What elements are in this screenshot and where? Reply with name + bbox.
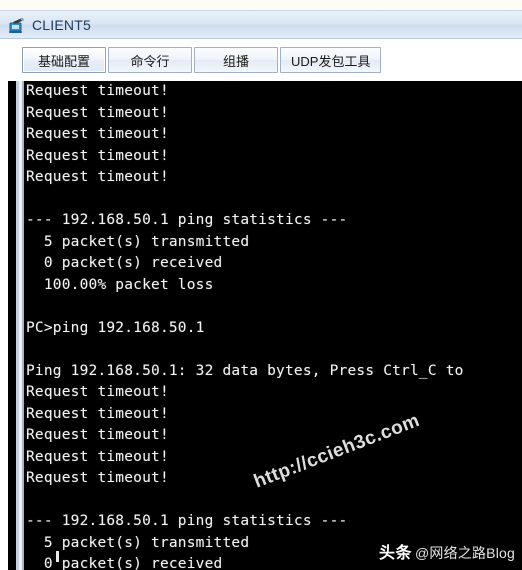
- tab-basic-config-label: 基础配置: [37, 53, 90, 69]
- console-line: Request timeout!: [26, 126, 169, 142]
- tab-bar: 基础配置 命令行 组播 UDP发包工具: [0, 39, 522, 81]
- console-line: Request timeout!: [26, 169, 169, 185]
- console-line: PC>ping 192.168.50.1: [26, 319, 205, 336]
- console-line: --- 192.168.50.1 ping statistics ---: [26, 513, 348, 529]
- client-pc-icon: [8, 16, 26, 34]
- console-line: Request timeout!: [26, 427, 169, 443]
- window-titlebar: CLIENT5: [0, 11, 522, 39]
- console-line: 5 packet(s) transmitted: [26, 233, 250, 250]
- console-line: Request timeout!: [26, 384, 169, 400]
- client5-window: CLIENT5 基础配置 命令行 组播 UDP发包工具 Request time…: [0, 0, 522, 570]
- console-line: 100.00% packet loss: [26, 276, 214, 293]
- window-top-strip: [0, 0, 522, 11]
- tab-multicast-label: 组播: [222, 53, 249, 69]
- watermark-brand: 头条 @网络之路Blog: [379, 539, 515, 563]
- watermark-brand-rest: @网络之路Blog: [414, 545, 515, 561]
- tab-command-line[interactable]: 命令行: [108, 47, 192, 73]
- tab-basic-config[interactable]: 基础配置: [22, 47, 106, 73]
- tab-udp-packet-tool[interactable]: UDP发包工具: [280, 47, 382, 73]
- console-line: Request timeout!: [26, 147, 169, 164]
- tab-udp-packet-tool-label: UDP发包工具: [291, 53, 371, 69]
- console-line: Request timeout!: [26, 405, 169, 422]
- watermark-brand-strong: 头条: [378, 545, 412, 562]
- console-cursor: [56, 551, 59, 562]
- tab-command-line-label: 命令行: [130, 53, 170, 69]
- console-line: Request timeout!: [26, 83, 169, 99]
- console-line: Ping 192.168.50.1: 32 data bytes, Press …: [26, 362, 464, 379]
- console-line: Request timeout!: [26, 104, 169, 121]
- window-title: CLIENT5: [32, 16, 91, 33]
- tab-multicast[interactable]: 组播: [194, 47, 278, 73]
- console-output[interactable]: Request timeout! Request timeout! Request …: [0, 81, 522, 570]
- console-text-area[interactable]: Request timeout! Request timeout! Request …: [24, 81, 522, 570]
- console-line: 0 packet(s) received: [26, 255, 223, 271]
- console-line: --- 192.168.50.1 ping statistics ---: [26, 212, 348, 228]
